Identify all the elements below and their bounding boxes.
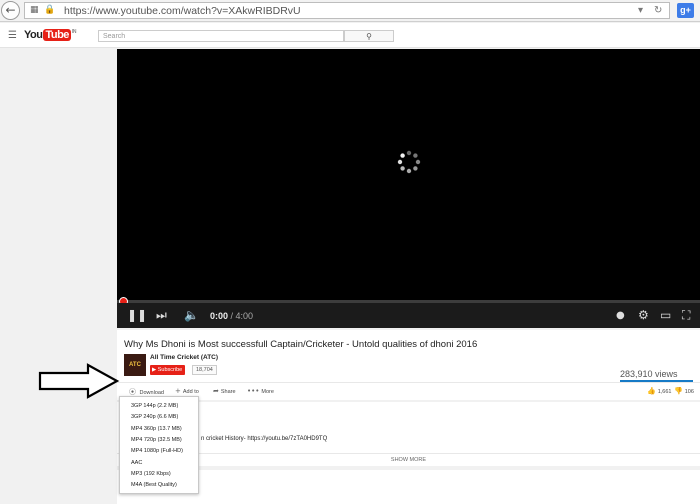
menu-item-3gp-240p[interactable]: 3GP 240p (6.6 MB) [131,414,178,420]
subscriber-count: 18,704 [192,365,217,375]
time-display: 0:00 / 4:00 [210,311,254,321]
menu-item-mp3[interactable]: MP3 (192 Kbps) [131,471,171,477]
channel-name[interactable]: All Time Cricket (ATC) [150,354,218,361]
settings-gear-icon[interactable]: ⚙ [638,308,649,322]
search-icon: ⚲ [366,32,372,41]
fullscreen-icon[interactable]: ⛶ [682,308,690,322]
channel-avatar[interactable]: ATC [124,354,146,376]
thumbs-down-icon: 👎 [674,387,683,395]
view-count: 283,910 views [620,369,678,379]
search-button[interactable]: ⚲ [344,30,394,42]
next-icon[interactable]: ⏭ [156,308,167,322]
share-icon: ➦ [213,387,219,395]
comments-section [117,470,700,504]
menu-item-mp4-1080p[interactable]: MP4 1080p (Full-HD) [131,448,183,454]
download-format-menu: 3GP 144p (2.2 MB) 3GP 240p (6.6 MB) MP4 … [119,396,199,494]
action-bar: ⦿ Download + Add to ➦ Share ••• More 👍 1,661… [117,382,700,400]
dislike-button[interactable]: 👎 106 [674,387,694,395]
lock-icon: 🔒 [44,5,56,15]
browser-toolbar: ← ▦ 🔒 https://www.youtube.com/watch?v=XA… [0,0,700,22]
video-title: Why Ms Dhoni is Most successfull Captain… [124,339,478,350]
more-dots-icon: ••• [247,387,260,395]
menu-item-mp4-720p[interactable]: MP4 720p (32.5 MB) [131,437,182,443]
youtube-header: ☰ You Tube IN Search ⚲ [0,23,700,48]
back-arrow-icon[interactable]: ← [1,1,20,20]
menu-item-3gp-144p[interactable]: 3GP 144p (2.2 MB) [131,403,178,409]
pause-icon[interactable]: ❚❚ [127,308,147,322]
like-button[interactable]: 👍 1,661 [647,387,671,395]
theater-mode-icon[interactable]: ▭ [660,308,671,322]
menu-item-aac[interactable]: AAC [131,460,142,466]
subscribe-button[interactable]: ▶ Subscribe [150,365,186,375]
add-to-button[interactable]: + Add to [175,387,199,395]
player-controls: ❚❚ ⏭ 🔈 0:00 / 4:00 ● ⚙ ▭ ⛶ [117,303,700,328]
url-text[interactable]: https://www.youtube.com/watch?v=XAkwRIBD… [64,5,301,17]
thumbs-up-icon: 👍 [647,387,656,395]
volume-icon[interactable]: 🔈 [184,308,199,322]
share-button[interactable]: ➦ Share [213,387,236,395]
youtube-play-icon: ▶ [152,367,157,373]
more-button[interactable]: ••• More [247,387,274,395]
plus-icon: + [175,387,181,395]
show-more-button[interactable]: SHOW MORE [117,453,700,466]
address-bar[interactable]: ▦ 🔒 https://www.youtube.com/watch?v=XAkw… [24,2,670,19]
youtube-logo[interactable]: You Tube IN [24,29,76,42]
menu-item-mp4-360p[interactable]: MP4 360p (13.7 MB) [131,426,182,432]
google-plus-extension-icon[interactable]: g+ [677,3,694,18]
reload-icon[interactable]: ↻ [654,5,662,16]
video-player[interactable] [117,49,700,328]
description-text: n cricket History- https://youtu.be/7zTA… [201,436,328,442]
annotation-icon[interactable]: ● [616,309,625,323]
download-icon: ⦿ [129,388,136,396]
dropdown-arrow-icon[interactable]: ▾ [638,5,643,16]
pointer-arrow-icon [38,363,120,399]
page-icon: ▦ [30,5,39,15]
loading-spinner-icon [397,150,421,174]
menu-item-m4a[interactable]: M4A (Best Quality) [131,482,177,488]
search-input[interactable]: Search [98,30,344,42]
hamburger-menu-icon[interactable]: ☰ [8,30,17,41]
